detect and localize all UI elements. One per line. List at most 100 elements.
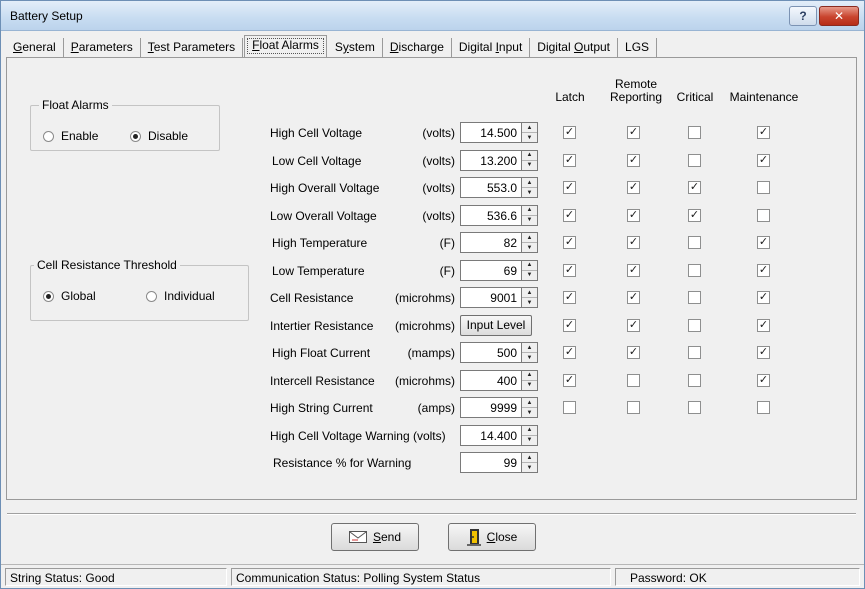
low-cell-voltage-value-input[interactable]: 13.200 — [460, 149, 521, 171]
low-cell-voltage-spin-buttons[interactable]: ▲ ▼ — [521, 149, 538, 171]
spin-up-icon[interactable]: ▲ — [522, 123, 537, 133]
high-temperature-critical-checkbox[interactable] — [688, 236, 701, 249]
high-float-current-maintenance-checkbox[interactable]: ✓ — [757, 346, 770, 359]
high-float-current-critical-checkbox[interactable] — [688, 346, 701, 359]
spin-up-icon[interactable]: ▲ — [522, 206, 537, 216]
high-string-current-maintenance-checkbox[interactable] — [757, 401, 770, 414]
high-overall-voltage-latch-checkbox[interactable]: ✓ — [563, 181, 576, 194]
spin-up-icon[interactable]: ▲ — [522, 453, 537, 463]
cell-resistance-critical-checkbox[interactable] — [688, 291, 701, 304]
tab-general[interactable]: General — [6, 38, 64, 57]
high-float-current-remote-checkbox[interactable]: ✓ — [627, 346, 640, 359]
high-cell-voltage-maintenance-checkbox[interactable]: ✓ — [757, 126, 770, 139]
intertier-resistance-critical-checkbox[interactable] — [688, 318, 701, 332]
spin-up-icon[interactable]: ▲ — [522, 398, 537, 408]
enable-radio[interactable]: Enable — [43, 129, 98, 143]
high-temperature-remote-checkbox[interactable]: ✓ — [627, 236, 640, 249]
cell-resistance-latch-checkbox[interactable]: ✓ — [563, 291, 576, 304]
intercell-resistance-critical-checkbox[interactable] — [688, 373, 701, 387]
low-temperature-latch-checkbox[interactable]: ✓ — [563, 263, 576, 277]
tab-digital-input[interactable]: Digital Input — [452, 38, 531, 57]
spin-down-icon[interactable]: ▼ — [522, 216, 537, 225]
high-cell-voltage-value-input[interactable]: 14.500 — [460, 122, 521, 143]
tab-system[interactable]: System — [328, 38, 383, 57]
low-cell-voltage-maintenance-checkbox[interactable]: ✓ — [757, 153, 770, 167]
high-float-current-spin-buttons[interactable]: ▲ ▼ — [521, 342, 538, 363]
high-cell-voltage-remote-checkbox[interactable]: ✓ — [627, 126, 640, 139]
intertier-resistance-maintenance-checkbox[interactable]: ✓ — [757, 318, 770, 332]
high-temperature-value-input[interactable]: 82 — [460, 232, 521, 253]
high-string-current-latch-checkbox[interactable] — [563, 401, 576, 414]
global-radio[interactable]: Global — [43, 289, 96, 303]
tab-parameters[interactable]: Parameters — [64, 38, 141, 57]
spin-down-icon[interactable]: ▼ — [522, 298, 537, 307]
high-overall-voltage-critical-checkbox[interactable]: ✓ — [688, 181, 701, 194]
low-temperature-maintenance-checkbox[interactable]: ✓ — [757, 263, 770, 277]
spin-up-icon[interactable]: ▲ — [522, 261, 537, 271]
tab-test-parameters[interactable]: Test Parameters — [141, 38, 244, 57]
high-temperature-maintenance-checkbox[interactable]: ✓ — [757, 236, 770, 249]
low-overall-voltage-spin-buttons[interactable]: ▲ ▼ — [521, 204, 538, 226]
window-close-button[interactable]: ✕ — [819, 6, 859, 26]
intertier-resistance-remote-checkbox[interactable]: ✓ — [627, 318, 640, 332]
low-cell-voltage-critical-checkbox[interactable] — [688, 153, 701, 167]
spin-down-icon[interactable]: ▼ — [522, 271, 537, 280]
resistance-for-warning-spin-buttons[interactable]: ▲ ▼ — [521, 452, 538, 473]
high-temperature-latch-checkbox[interactable]: ✓ — [563, 236, 576, 249]
low-overall-voltage-remote-checkbox[interactable]: ✓ — [627, 208, 640, 222]
low-temperature-remote-checkbox[interactable]: ✓ — [627, 263, 640, 277]
high-string-current-spin-buttons[interactable]: ▲ ▼ — [521, 397, 538, 418]
high-overall-voltage-value-input[interactable]: 553.0 — [460, 177, 521, 198]
low-overall-voltage-critical-checkbox[interactable]: ✓ — [688, 208, 701, 222]
high-cell-voltage-spin-buttons[interactable]: ▲ ▼ — [521, 122, 538, 143]
intercell-resistance-latch-checkbox[interactable]: ✓ — [563, 373, 576, 387]
high-float-current-latch-checkbox[interactable]: ✓ — [563, 346, 576, 359]
spin-up-icon[interactable]: ▲ — [522, 151, 537, 161]
high-temperature-spin-buttons[interactable]: ▲ ▼ — [521, 232, 538, 253]
low-cell-voltage-remote-checkbox[interactable]: ✓ — [627, 153, 640, 167]
high-cell-voltage-critical-checkbox[interactable] — [688, 126, 701, 139]
spin-down-icon[interactable]: ▼ — [522, 243, 537, 252]
spin-up-icon[interactable]: ▲ — [522, 178, 537, 188]
intercell-resistance-maintenance-checkbox[interactable]: ✓ — [757, 373, 770, 387]
spin-up-icon[interactable]: ▲ — [522, 371, 537, 381]
spin-down-icon[interactable]: ▼ — [522, 161, 537, 170]
tab-lgs[interactable]: LGS — [618, 38, 658, 57]
tab-float-alarms[interactable]: Float Alarms — [244, 35, 327, 57]
spin-up-icon[interactable]: ▲ — [522, 426, 537, 436]
intertier-resistance-latch-checkbox[interactable]: ✓ — [563, 318, 576, 332]
tab-digital-output[interactable]: Digital Output — [530, 38, 619, 57]
high-string-current-critical-checkbox[interactable] — [688, 401, 701, 414]
spin-down-icon[interactable]: ▼ — [522, 188, 537, 197]
help-button[interactable]: ? — [789, 6, 817, 26]
spin-down-icon[interactable]: ▼ — [522, 133, 537, 142]
spin-down-icon[interactable]: ▼ — [522, 353, 537, 362]
high-float-current-value-input[interactable]: 500 — [460, 342, 521, 363]
cell-resistance-value-input[interactable]: 9001 — [460, 287, 521, 308]
low-cell-voltage-latch-checkbox[interactable]: ✓ — [563, 153, 576, 167]
close-button[interactable]: Close — [448, 523, 536, 551]
intercell-resistance-spin-buttons[interactable]: ▲ ▼ — [521, 369, 538, 391]
spin-down-icon[interactable]: ▼ — [522, 381, 537, 390]
low-temperature-critical-checkbox[interactable] — [688, 263, 701, 277]
high-string-current-value-input[interactable]: 9999 — [460, 397, 521, 418]
cell-resistance-spin-buttons[interactable]: ▲ ▼ — [521, 287, 538, 308]
disable-radio[interactable]: Disable — [130, 129, 188, 143]
high-cell-voltage-latch-checkbox[interactable]: ✓ — [563, 126, 576, 139]
spin-up-icon[interactable]: ▲ — [522, 288, 537, 298]
high-overall-voltage-remote-checkbox[interactable]: ✓ — [627, 181, 640, 194]
high-cell-voltage-warning-volts-spin-buttons[interactable]: ▲ ▼ — [521, 424, 538, 446]
send-button[interactable]: Send — [331, 523, 419, 551]
high-string-current-remote-checkbox[interactable] — [627, 401, 640, 414]
low-temperature-value-input[interactable]: 69 — [460, 259, 521, 281]
spin-up-icon[interactable]: ▲ — [522, 233, 537, 243]
low-temperature-spin-buttons[interactable]: ▲ ▼ — [521, 259, 538, 281]
cell-resistance-remote-checkbox[interactable]: ✓ — [627, 291, 640, 304]
low-overall-voltage-value-input[interactable]: 536.6 — [460, 204, 521, 226]
input-level-button[interactable]: Input Level — [460, 314, 532, 336]
spin-down-icon[interactable]: ▼ — [522, 463, 537, 472]
individual-radio[interactable]: Individual — [146, 289, 215, 303]
high-overall-voltage-maintenance-checkbox[interactable] — [757, 181, 770, 194]
high-cell-voltage-warning-volts-value-input[interactable]: 14.400 — [460, 424, 521, 446]
spin-down-icon[interactable]: ▼ — [522, 436, 537, 445]
